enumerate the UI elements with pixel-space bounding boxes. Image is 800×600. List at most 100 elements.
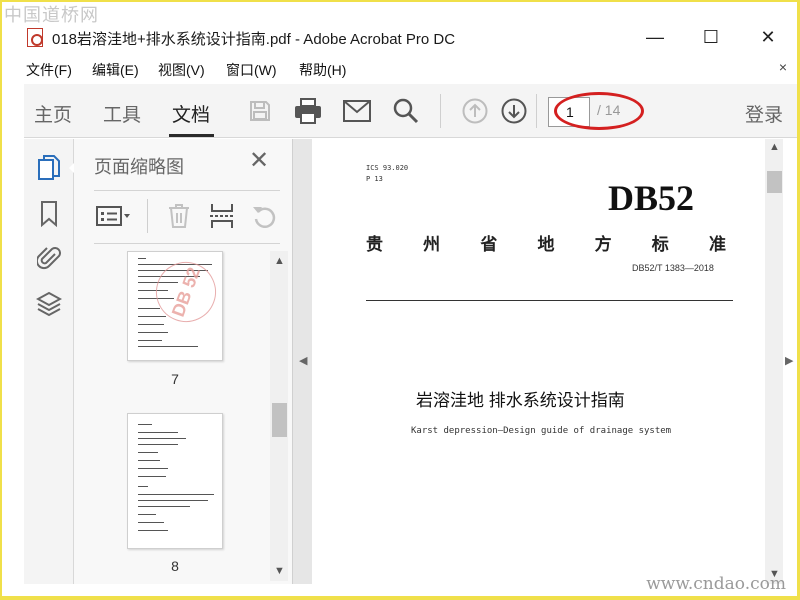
thumb-text-line — [138, 494, 214, 495]
attachment-icon[interactable] — [34, 243, 64, 273]
search-icon[interactable] — [391, 96, 421, 126]
insert-page-icon[interactable] — [207, 201, 237, 231]
scrollbar-thumb[interactable] — [272, 403, 287, 437]
collapse-panel-arrow[interactable]: ◀ — [299, 354, 307, 367]
print-icon[interactable] — [293, 96, 323, 126]
toolbar-separator — [440, 94, 441, 128]
panel-title: 页面缩略图 — [94, 157, 184, 177]
thumb-text-line — [138, 432, 178, 433]
bookmark-icon[interactable] — [34, 199, 64, 229]
heading-char: 方 — [594, 235, 612, 255]
thumb-text-line — [138, 332, 168, 333]
close-window-button[interactable]: ✕ — [740, 22, 796, 52]
thumb-text-line — [138, 452, 158, 453]
delete-icon[interactable] — [164, 201, 194, 231]
standard-code: DB52 — [608, 178, 695, 218]
title-bar: 018岩溶洼地+排水系统设计指南.pdf - Adobe Acrobat Pro… — [2, 22, 797, 52]
heading-char: 标 — [651, 235, 669, 255]
ics-code: ICS 93.020 P 13 — [366, 163, 408, 185]
thumb-stamp: DB 52 — [147, 253, 222, 331]
close-document-icon[interactable]: × — [779, 59, 787, 75]
document-scrollbar[interactable]: ▲ ▼ — [765, 139, 783, 584]
email-icon[interactable] — [342, 96, 372, 126]
minimize-button[interactable]: — — [627, 22, 683, 52]
thumb-text-line — [138, 308, 160, 309]
thumbnail-panel: 页面缩略图 ✕ DB 52 7 8 ▲ ▼ — [74, 139, 292, 584]
save-icon[interactable] — [245, 96, 275, 126]
login-button[interactable]: 登录 — [745, 100, 783, 127]
document-subtitle: Karst depression—Design guide of drainag… — [411, 426, 672, 436]
document-title: 岩溶洼地 排水系统设计指南 — [416, 391, 625, 410]
toolbar-separator — [536, 94, 537, 128]
heading-char: 州 — [423, 235, 441, 255]
tab-tools[interactable]: 工具 — [103, 100, 141, 127]
menu-bar: 文件(F) 编辑(E) 视图(V) 窗口(W) 帮助(H) × — [2, 57, 797, 81]
thumbnail-page-8[interactable] — [127, 413, 223, 549]
thumb-text-line — [138, 514, 156, 515]
main-toolbar: 主页 工具 文档 1 / 14 登录 — [24, 84, 797, 138]
scroll-up-arrow[interactable]: ▲ — [274, 255, 285, 267]
expand-right-pane-arrow[interactable]: ▶ — [785, 354, 793, 367]
panel-tool-separator — [147, 199, 148, 233]
thumb-text-line — [138, 486, 148, 487]
panel-splitter[interactable]: ◀ — [292, 139, 312, 584]
thumbnail-page-7[interactable]: DB 52 — [127, 251, 223, 361]
standard-number: DB52/T 1383—2018 — [632, 263, 714, 273]
thumbnail-page-number: 8 — [171, 558, 179, 574]
page-up-icon[interactable] — [460, 96, 490, 126]
active-tab-indicator — [169, 134, 214, 137]
rotate-icon[interactable] — [249, 201, 279, 231]
thumb-text-line — [138, 522, 164, 523]
layers-icon[interactable] — [34, 289, 64, 319]
heading-char: 地 — [537, 235, 555, 255]
menu-help[interactable]: 帮助(H) — [299, 60, 346, 80]
thumbnail-scrollbar[interactable]: ▲ ▼ — [270, 251, 288, 581]
thumb-text-line — [138, 460, 160, 461]
menu-view[interactable]: 视图(V) — [158, 60, 205, 80]
watermark-top-left: 中国道桥网 — [4, 5, 99, 26]
menu-edit[interactable]: 编辑(E) — [92, 60, 139, 80]
window-title: 018岩溶洼地+排水系统设计指南.pdf - Adobe Acrobat Pro… — [52, 31, 456, 48]
scroll-down-arrow[interactable]: ▼ — [274, 565, 285, 577]
page-thumbnails-icon[interactable] — [34, 153, 64, 183]
header-rule — [366, 300, 733, 301]
thumb-text-line — [138, 346, 198, 347]
thumb-text-line — [138, 476, 166, 477]
ics-line: ICS 93.020 — [366, 164, 409, 172]
province-standard-heading: 贵 州 省 地 方 标 准 — [366, 230, 726, 255]
thumbnail-page-number: 7 — [171, 371, 179, 387]
left-rail — [24, 139, 76, 584]
acrobat-window: 018岩溶洼地+排水系统设计指南.pdf - Adobe Acrobat Pro… — [2, 2, 797, 596]
document-page: ICS 93.020 P 13 DB52 贵 州 省 地 方 标 准 DB52/… — [312, 139, 765, 584]
close-panel-button[interactable]: ✕ — [249, 149, 269, 173]
thumb-text-line — [138, 340, 162, 341]
scroll-up-arrow[interactable]: ▲ — [769, 141, 780, 153]
panel-divider — [94, 243, 280, 244]
tab-document[interactable]: 文档 — [172, 100, 210, 127]
tab-home[interactable]: 主页 — [34, 100, 72, 127]
pdf-file-icon — [27, 28, 43, 47]
scrollbar-thumb[interactable] — [767, 171, 782, 193]
thumb-text-line — [138, 530, 168, 531]
heading-char: 贵 — [366, 235, 383, 255]
thumb-text-line — [138, 444, 178, 445]
thumb-text-line — [138, 258, 146, 259]
thumb-text-line — [138, 424, 152, 425]
thumb-text-line — [138, 438, 186, 439]
panel-divider — [94, 190, 280, 191]
page-down-icon[interactable] — [499, 96, 529, 126]
thumb-text-line — [138, 324, 164, 325]
options-menu-icon[interactable] — [94, 201, 134, 231]
menu-file[interactable]: 文件(F) — [26, 60, 72, 80]
highlight-ellipse — [554, 92, 644, 130]
heading-char: 准 — [708, 235, 726, 255]
maximize-button[interactable]: ☐ — [683, 22, 739, 52]
thumb-text-line — [138, 316, 166, 317]
menu-window[interactable]: 窗口(W) — [226, 60, 277, 80]
watermark-bottom-right: www.cndao.com — [646, 574, 786, 594]
thumb-text-line — [138, 506, 190, 507]
p-line: P 13 — [366, 175, 383, 183]
thumb-text-line — [138, 468, 168, 469]
heading-char: 省 — [480, 235, 498, 255]
thumb-text-line — [138, 500, 208, 501]
